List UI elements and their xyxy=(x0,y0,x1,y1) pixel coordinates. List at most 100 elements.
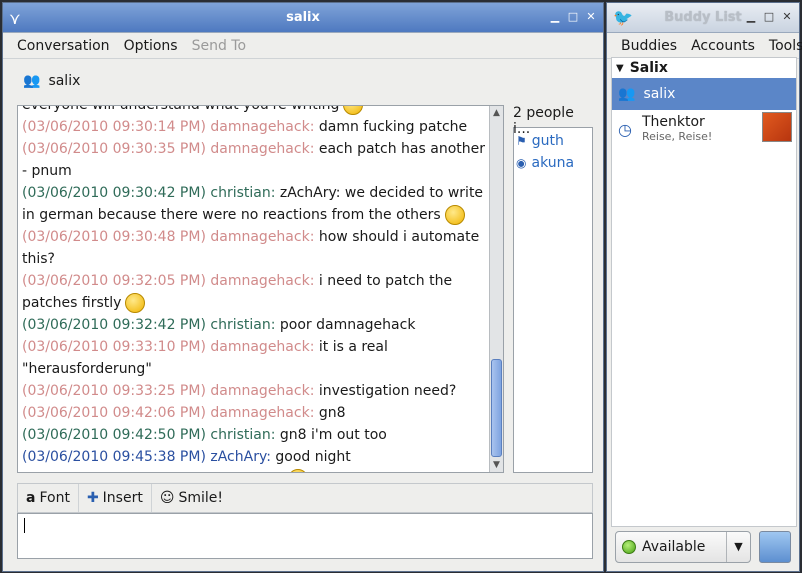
message-sender[interactable]: damnagehack: xyxy=(210,229,314,245)
smiley-emoticon-icon xyxy=(288,469,309,472)
conversation-titlebar[interactable]: ⋎ salix ▁ □ ✕ xyxy=(3,3,603,33)
message-timestamp: (03/06/2010 09:30:48 PM) xyxy=(22,229,206,245)
buddy-list-menubar: Buddies Accounts Tools xyxy=(607,33,802,59)
message-row: (03/06/2010 09:32:42 PM) christian: poor… xyxy=(22,314,489,336)
chevron-down-icon[interactable]: ▼ xyxy=(726,532,750,562)
menu-options[interactable]: Options xyxy=(117,38,185,54)
message-text: investigation need? xyxy=(318,383,457,399)
message-sender[interactable]: christian: xyxy=(210,317,275,333)
message-text: good night xyxy=(275,449,351,465)
log-scrollbar[interactable]: ▲ ▼ xyxy=(489,106,503,472)
flag-icon: ⚑ xyxy=(516,134,527,148)
message-row: (03/06/2010 09:42:50 PM) christian: gn8 … xyxy=(22,424,489,446)
font-label: Font xyxy=(39,490,70,506)
message-text: Good morning xyxy=(185,471,285,472)
message-timestamp: (03/06/2010 09:32:42 PM) xyxy=(22,317,206,333)
message-timestamp: (03/06/2010 09:45:38 PM) xyxy=(22,449,206,465)
message-timestamp: (03/06/2010 09:30:14 PM) xyxy=(22,119,206,135)
message-row: (03/06/2010 09:30:35 PM) damnagehack: ea… xyxy=(22,138,489,182)
person-name: guth xyxy=(531,133,564,149)
message-row: (03/06/2010 09:30:48 PM) damnagehack: ho… xyxy=(22,226,489,270)
conversation-menubar: Conversation Options Send To xyxy=(3,33,603,59)
smiley-icon: ☺ xyxy=(159,490,175,506)
person-guth[interactable]: ⚑ guth xyxy=(514,130,592,152)
minimize-icon[interactable]: ▁ xyxy=(549,11,561,23)
message-sender[interactable]: damnagehack: xyxy=(210,405,314,421)
maximize-icon[interactable]: □ xyxy=(567,11,579,23)
message-sender[interactable]: damnagehack: xyxy=(210,383,314,399)
smiley-emoticon-icon xyxy=(444,205,465,225)
scroll-down-icon[interactable]: ▼ xyxy=(490,458,503,472)
status-label: Available xyxy=(642,539,706,555)
menu-buddies[interactable]: Buddies xyxy=(614,38,684,54)
buddy-avatar xyxy=(762,112,792,142)
buddy-salix[interactable]: 👥 salix xyxy=(612,78,796,110)
message-input[interactable] xyxy=(17,513,593,559)
signal-icon: ◉ xyxy=(516,156,527,170)
person-akuna[interactable]: ◉ akuna xyxy=(514,152,592,174)
buddy-list-titlebar[interactable]: 🐦 Buddy List ▁ □ ✕ xyxy=(607,3,799,33)
collapse-icon[interactable]: ▼ xyxy=(616,63,624,74)
insert-button[interactable]: ✚ Insert xyxy=(79,484,152,512)
smile-button[interactable]: ☺ Smile! xyxy=(152,484,231,512)
scroll-up-icon[interactable]: ▲ xyxy=(490,106,503,120)
scroll-thumb[interactable] xyxy=(491,359,502,457)
person-name: akuna xyxy=(531,155,575,171)
people-panel: 2 people i... ⚑ guth ◉ akuna xyxy=(513,105,593,473)
status-selector[interactable]: Available ▼ xyxy=(615,531,751,563)
message-timestamp: (03/06/2010 09:30:42 PM) xyxy=(22,185,206,201)
my-avatar-button[interactable] xyxy=(759,531,791,563)
message-row: (03/06/2010 09:42:06 PM) damnagehack: gn… xyxy=(22,402,489,424)
message-row: (03/06/2010 09:32:05 PM) damnagehack: i … xyxy=(22,270,489,314)
group-salix[interactable]: ▼ Salix xyxy=(612,58,796,78)
clock-icon: ◷ xyxy=(618,120,632,139)
conversation-header: 👥 salix xyxy=(3,59,603,103)
message-sender[interactable]: damnagehack: xyxy=(210,273,314,289)
message-timestamp: (03/06/2010 09:32:05 PM) xyxy=(22,273,206,289)
message-row: (03/06/2010 09:33:25 PM) damnagehack: in… xyxy=(22,380,489,402)
conversation-window: ⋎ salix ▁ □ ✕ Conversation Options Send … xyxy=(2,2,604,572)
font-icon: a xyxy=(26,490,36,506)
buddy-thenktor[interactable]: ◷ Thenktor Reise, Reise! xyxy=(612,110,796,152)
message-sender[interactable]: akuna: xyxy=(126,471,180,472)
message-sender[interactable]: damnagehack: xyxy=(210,141,314,157)
message-text: poor damnagehack xyxy=(279,317,416,333)
message-sender[interactable]: damnagehack: xyxy=(210,339,314,355)
plus-icon: ✚ xyxy=(86,490,99,506)
buddy-tree: ▼ Salix 👥 salix ◷ Thenktor Reise, Reise! xyxy=(611,57,797,527)
message-sender[interactable]: christian: xyxy=(210,185,275,201)
available-icon xyxy=(622,540,636,554)
group-chat-icon: 👥 xyxy=(618,86,636,102)
people-list: ⚑ guth ◉ akuna xyxy=(513,127,593,473)
message-timestamp: (03/06/2010 09:30:35 PM) xyxy=(22,141,206,157)
group-chat-icon: 👥 xyxy=(23,73,41,89)
message-row: (03/06/2010 09:30:14 PM) damnagehack: da… xyxy=(22,116,489,138)
message-sender[interactable]: zAchAry: xyxy=(210,449,271,465)
message-row: (03/06/2010 09:30:42 PM) christian: zAch… xyxy=(22,182,489,226)
message-log[interactable]: everyone will understand what you're wri… xyxy=(17,105,504,473)
font-button[interactable]: a Font xyxy=(18,484,79,512)
message-text: gn8 xyxy=(318,405,346,421)
message-text: damn fucking patche xyxy=(318,119,468,135)
window-title: salix xyxy=(286,10,320,25)
message-sender[interactable]: christian: xyxy=(210,427,275,443)
message-sender[interactable]: damnagehack: xyxy=(210,119,314,135)
buddy-name: salix xyxy=(643,86,676,102)
message-row: (08:58:57 AM) akuna: Good morning xyxy=(22,468,489,472)
smiley-emoticon-icon xyxy=(343,106,364,115)
buddy-list-window: 🐦 Buddy List ▁ □ ✕ Buddies Accounts Tool… xyxy=(606,2,802,572)
insert-label: Insert xyxy=(102,490,143,506)
menu-conversation[interactable]: Conversation xyxy=(10,38,117,54)
group-name: Salix xyxy=(629,60,668,76)
close-icon[interactable]: ✕ xyxy=(781,11,793,23)
menu-send-to[interactable]: Send To xyxy=(185,38,253,54)
buddy-name: Thenktor xyxy=(641,114,705,130)
close-icon[interactable]: ✕ xyxy=(585,11,597,23)
minimize-icon[interactable]: ▁ xyxy=(745,11,757,23)
message-timestamp: (03/06/2010 09:42:06 PM) xyxy=(22,405,206,421)
menu-accounts[interactable]: Accounts xyxy=(684,38,762,54)
message-timestamp: (03/06/2010 09:42:50 PM) xyxy=(22,427,206,443)
menu-tools[interactable]: Tools xyxy=(762,38,802,54)
message-timestamp: (03/06/2010 09:33:25 PM) xyxy=(22,383,206,399)
maximize-icon[interactable]: □ xyxy=(763,11,775,23)
